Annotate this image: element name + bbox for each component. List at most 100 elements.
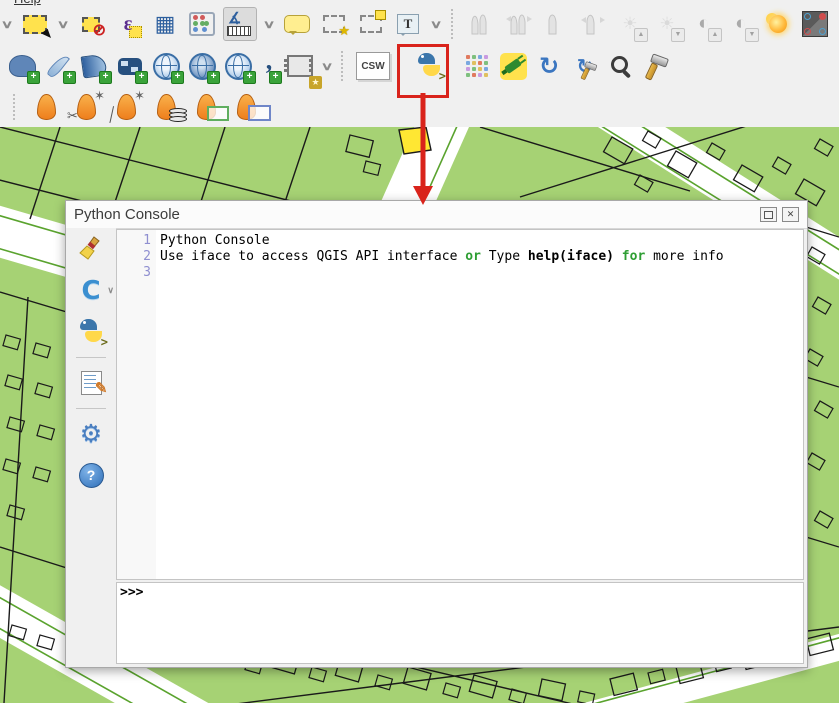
decrease-brightness-button[interactable]: ☀▼ [651,8,683,40]
help-call: help(iface) [528,249,614,264]
increase-brightness-button[interactable]: ☀▲ [614,8,646,40]
python-console-panel: Python Console ✕ C∨ > ✎ ⚙ ? [65,200,808,668]
colored-grid-icon [465,54,489,78]
toolbar-separator [451,9,461,39]
plus-badge-icon: + [63,71,76,84]
annotation-dropdown-chevron-icon[interactable]: ∨ [429,8,443,40]
local-cumulative-stretch-button[interactable] [540,8,572,40]
options-button[interactable]: ⚙ [74,418,108,450]
raster-extent-blue-button[interactable] [229,92,263,122]
plus-badge-icon: + [27,71,40,84]
help-button[interactable]: ? [74,459,108,491]
decrease-contrast-button[interactable]: ◐▼ [725,8,757,40]
flame-icon [37,94,56,120]
raster-extent-green-button[interactable] [189,92,223,122]
install-plugins-button[interactable] [461,50,493,82]
dashed-square-icon: ★ [323,15,345,33]
raster-terrain-analysis-button[interactable]: ✂✶ [69,92,103,122]
new-form-annotation-button[interactable]: ★ [318,8,350,40]
float-icon [764,211,773,219]
import-class-button[interactable]: C∨ [74,275,108,307]
attribute-table-icon: ▦ [155,13,176,35]
move-annotation-button[interactable] [355,8,387,40]
open-attribute-table-button[interactable]: ▦ [149,8,181,40]
up-arrow-badge-icon: ▲ [708,28,722,42]
select-dropdown-chevron-icon[interactable]: ∨ [56,8,70,40]
plugin-builder-button[interactable]: ↻ [569,50,601,82]
refresh-icon: ↻ [539,55,559,77]
console-output-area[interactable]: 1 2 3 Python ConsoleUse iface to access … [116,229,804,580]
flame-icon [77,94,96,120]
float-panel-button[interactable] [760,207,777,222]
metasearch-csw-button[interactable]: CSW [355,50,391,82]
red-arrow [410,93,436,209]
scissors-badge-icon: ✂ [67,108,78,124]
add-virtual-layer-button[interactable]: ★ [284,50,316,82]
pencil-icon: ✎ [95,379,108,397]
increase-contrast-button[interactable]: ◐▲ [688,8,720,40]
line-number-gutter: 1 2 3 [117,230,156,579]
histogram-icon [543,12,569,36]
search-icon [610,55,632,77]
measure-line-button[interactable]: ∡ [223,7,257,41]
histogram-icon [469,12,495,36]
blue-rectangle-badge-icon [248,105,271,121]
add-mssql-layer-button[interactable]: + [78,50,110,82]
raster-layers-button[interactable] [149,92,183,122]
add-wms-layer-button[interactable]: + [150,50,182,82]
heatmap-button[interactable] [29,92,63,122]
console-input-area[interactable]: >>> [116,582,804,664]
georeferencer-button[interactable] [799,8,831,40]
local-histogram-stretch-button[interactable] [466,8,498,40]
panel-title: Python Console [74,206,180,223]
question-icon: ? [79,463,104,488]
measure-dropdown-chevron-icon[interactable]: ∨ [262,8,276,40]
dashed-square-icon [360,15,382,33]
star-badge-icon: ✶ [94,88,105,104]
stretch-updated-canvas-button[interactable] [577,8,609,40]
plus-badge-icon: + [269,71,282,84]
new-spatial-bookmark-button[interactable] [762,8,794,40]
line-number: 2 [117,249,151,265]
abacus-icon [189,12,215,36]
blue-c-refresh-icon: C [81,279,100,303]
add-spatialite-layer-button[interactable]: + [42,50,74,82]
console-toolbar: C∨ > ✎ ⚙ ? [66,228,116,667]
up-arrow-badge-icon: ▲ [634,28,648,42]
add-oracle-layer-button[interactable]: + [114,50,146,82]
python-console-titlebar[interactable]: Python Console ✕ [66,201,807,229]
clear-console-button[interactable] [74,234,108,266]
speech-bubble-icon [284,15,310,33]
show-editor-button[interactable]: ✎ [74,367,108,399]
search-button[interactable] [605,50,637,82]
ruler-icon [227,26,251,36]
keyword-or: or [465,249,481,264]
layer-dropdown-chevron-icon[interactable]: ∨ [320,50,334,82]
identify-dropdown-chevron-icon[interactable]: ∨ [0,8,14,40]
add-wfs-layer-button[interactable]: + [222,50,254,82]
add-wcs-layer-button[interactable]: + [186,50,218,82]
statistical-summary-button[interactable] [186,8,218,40]
add-delimited-text-layer-button[interactable]: ,+ [258,50,280,82]
full-histogram-stretch-button[interactable] [503,8,535,40]
text-annotation-button[interactable]: T [392,8,424,40]
map-tips-button[interactable] [281,8,313,40]
angle-icon: ∡ [228,9,241,27]
raster-magic-wand-button[interactable]: ╱✶ [109,92,143,122]
cursor-icon [41,27,54,38]
select-by-expression-button[interactable]: ε [112,8,144,40]
plus-badge-icon: + [171,71,184,84]
chip-icon [287,55,313,77]
run-command-button[interactable]: > [74,316,108,348]
toolbar-separator [13,94,23,120]
manage-plugins-button[interactable] [497,50,529,82]
select-features-button[interactable] [19,8,51,40]
osm-tools-button[interactable] [641,50,673,82]
close-panel-button[interactable]: ✕ [782,207,799,222]
deselect-features-button[interactable]: ⊘ [75,8,107,40]
down-arrow-badge-icon: ▼ [745,28,759,42]
histogram-arrows-icon [579,12,607,36]
star-badge-icon: ★ [338,23,350,39]
plugin-reloader-button[interactable]: ↻ [533,50,565,82]
add-postgis-layer-button[interactable]: + [6,50,38,82]
